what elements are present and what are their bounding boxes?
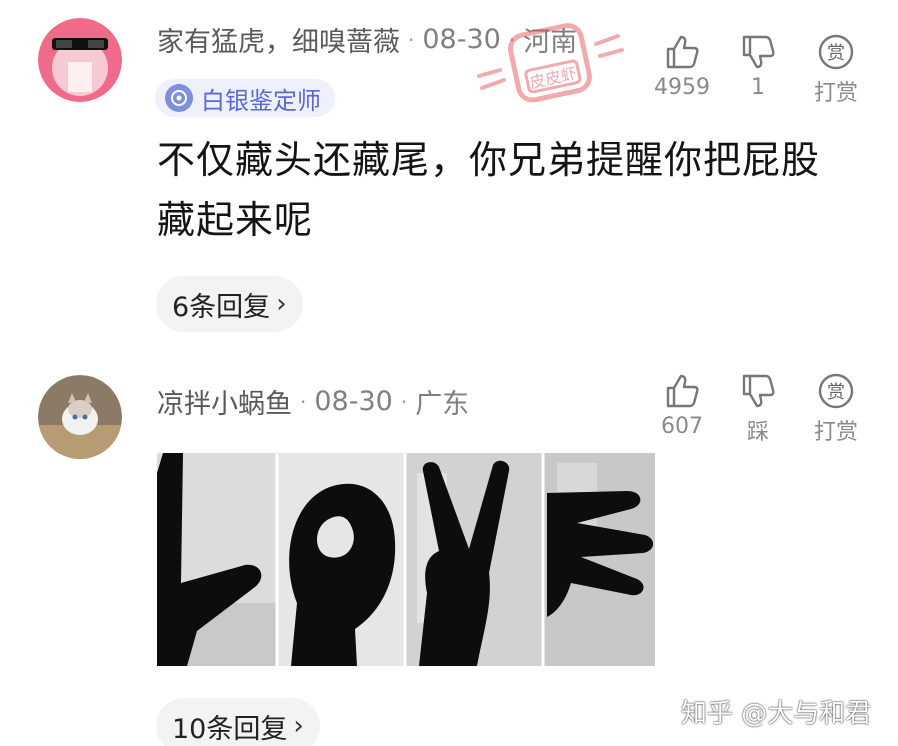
thumbs-up-icon bbox=[666, 35, 699, 69]
replies-count-label: 6条回复 bbox=[172, 291, 271, 323]
replies-count-label: 10条回复 bbox=[172, 713, 288, 745]
separator-dot: · bbox=[400, 389, 408, 414]
reward-button[interactable]: 赏 打赏 bbox=[796, 372, 876, 446]
separator-dot: · bbox=[408, 27, 415, 52]
separator-dot: · bbox=[300, 389, 307, 414]
comment-meta: 凉拌小蜗鱼 · 08-30 · 广东 bbox=[157, 382, 469, 421]
badge-label: 白银鉴定师 bbox=[201, 86, 321, 115]
reward-coin-icon: 赏 bbox=[818, 34, 854, 70]
reward-label: 打赏 bbox=[813, 420, 858, 445]
reward-button[interactable]: 赏 打赏 bbox=[796, 33, 876, 107]
comment-time: 08-30 bbox=[314, 386, 393, 417]
reward-label: 打赏 bbox=[813, 81, 858, 106]
dislike-button[interactable]: 1 bbox=[718, 33, 798, 100]
comment-location: 广东 bbox=[415, 389, 470, 420]
thumbs-down-icon bbox=[742, 374, 775, 408]
chevron-right-icon: › bbox=[276, 289, 287, 319]
view-replies-button[interactable]: 6条回复 › bbox=[156, 276, 303, 332]
dislike-button[interactable]: 踩 bbox=[718, 372, 798, 446]
dislike-label: 踩 bbox=[746, 420, 769, 445]
reward-coin-icon: 赏 bbox=[818, 373, 854, 409]
thumbs-up-icon bbox=[666, 374, 699, 408]
like-count: 607 bbox=[661, 414, 703, 439]
thumbs-down-icon bbox=[742, 35, 775, 69]
zhihu-watermark: 知乎 @大与和君 bbox=[681, 699, 872, 729]
like-count: 4959 bbox=[654, 75, 710, 100]
like-button[interactable]: 607 bbox=[642, 372, 722, 439]
svg-text:赏: 赏 bbox=[827, 382, 845, 403]
username[interactable]: 凉拌小蜗鱼 bbox=[157, 382, 292, 421]
svg-text:赏: 赏 bbox=[827, 43, 845, 64]
badge-icon bbox=[165, 84, 193, 112]
dislike-count: 1 bbox=[751, 75, 765, 100]
comment-text: 不仅藏头还藏尾，你兄弟提醒你把屁股藏起来呢 bbox=[157, 138, 821, 242]
pipixia-stamp-watermark: 皮皮虾 bbox=[477, 23, 624, 103]
comment-item: 家有猛虎，细嗅蔷薇 · 08-30 · 河南 皮皮虾 白银鉴定师 不仅藏头还藏尾… bbox=[0, 0, 898, 350]
avatar[interactable] bbox=[38, 18, 122, 102]
username[interactable]: 家有猛虎，细嗅蔷薇 bbox=[157, 20, 400, 59]
avatar[interactable] bbox=[38, 375, 122, 459]
chevron-right-icon: › bbox=[293, 711, 304, 741]
user-badge[interactable]: 白银鉴定师 bbox=[155, 79, 335, 117]
comment-image[interactable] bbox=[157, 453, 655, 666]
like-button[interactable]: 4959 bbox=[642, 33, 722, 100]
view-replies-button[interactable]: 10条回复 › bbox=[156, 698, 320, 746]
